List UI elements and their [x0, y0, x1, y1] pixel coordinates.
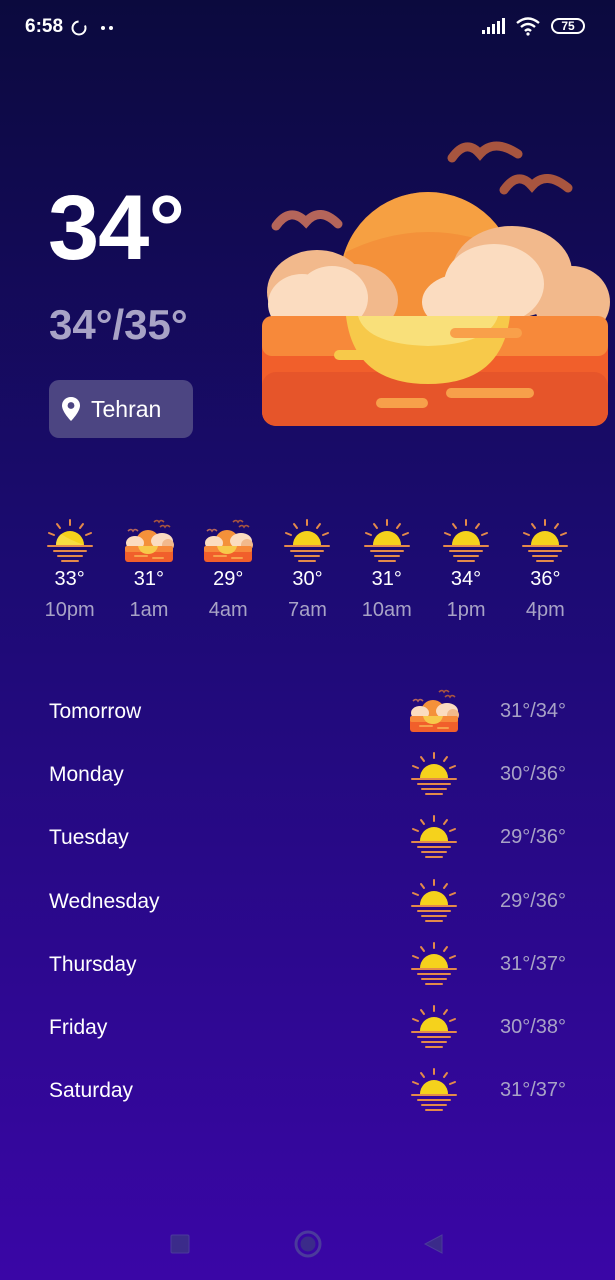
- sunset-clouds-icon: [410, 689, 459, 732]
- sunset-icon: [411, 878, 457, 922]
- day-name: Tomorrow: [49, 700, 142, 723]
- location-pin-icon: [62, 397, 80, 421]
- sunset-icon: [363, 519, 410, 562]
- daily-row[interactable]: Thursday 31°/37°: [49, 933, 569, 996]
- day-temps: 31°/37°: [499, 1079, 566, 1102]
- day-name: Thursday: [49, 952, 137, 976]
- day-temps: 30°/36°: [499, 763, 566, 786]
- hourly-time: 1am: [129, 599, 169, 621]
- signal-icon: [482, 18, 505, 34]
- sunset-icon: [411, 941, 457, 985]
- hourly-temp: 30°: [292, 568, 323, 590]
- navigation-bar: [0, 1216, 615, 1280]
- hourly-item: 29° 4am: [189, 518, 268, 622]
- home-button[interactable]: [293, 1229, 323, 1259]
- sunset-icon: [411, 752, 457, 796]
- daily-row[interactable]: Tomorrow 31°/34°: [49, 680, 569, 743]
- sunset-icon: [411, 1004, 457, 1048]
- back-button[interactable]: [422, 1233, 444, 1255]
- status-time: 6:58: [25, 16, 64, 37]
- hourly-forecast: 33° 10pm 31° 1am 29° 4am 30° 7am 31° 10a…: [30, 518, 585, 622]
- location-label: Tehran: [91, 395, 162, 422]
- sunset-icon: [443, 519, 490, 562]
- day-name: Monday: [49, 763, 124, 787]
- hourly-item: 31° 1am: [109, 518, 188, 622]
- current-hi-lo: 34°/35°: [49, 301, 188, 348]
- hourly-item: 34° 1pm: [426, 518, 505, 622]
- daily-row[interactable]: Wednesday 29°/36°: [49, 870, 569, 933]
- hourly-time: 7am: [288, 599, 327, 621]
- day-temps: 29°/36°: [499, 889, 566, 912]
- day-name: Saturday: [49, 1079, 134, 1103]
- sunset-icon: [522, 519, 569, 562]
- status-bar: 6:58 75: [0, 0, 615, 56]
- battery-icon: 75: [551, 18, 585, 34]
- daily-row[interactable]: Friday 30°/38°: [49, 996, 569, 1059]
- day-temps: 31°/37°: [499, 952, 566, 975]
- day-name: Friday: [49, 1015, 108, 1039]
- day-temps: 30°/38°: [499, 1015, 566, 1038]
- hourly-time: 4am: [208, 599, 248, 621]
- hourly-time: 10pm: [44, 599, 95, 621]
- hourly-item: 33° 10pm: [30, 518, 109, 622]
- sunset-clouds-icon: [124, 519, 174, 562]
- hourly-item: 36° 4pm: [506, 518, 585, 622]
- hourly-temp: 33°: [54, 568, 85, 590]
- hourly-temp: 34°: [450, 568, 482, 590]
- hourly-temp: 36°: [530, 568, 561, 590]
- sunset-icon: [46, 519, 93, 562]
- hourly-time: 4pm: [525, 599, 565, 621]
- daily-row[interactable]: Monday 30°/36°: [49, 743, 569, 806]
- day-temps: 31°/34°: [499, 700, 566, 722]
- hourly-temp: 29°: [213, 568, 244, 590]
- recents-button[interactable]: [170, 1234, 190, 1254]
- dots-icon: [101, 26, 113, 30]
- sunset-clouds-icon: [204, 519, 254, 562]
- hourly-temp: 31°: [133, 568, 165, 590]
- hourly-time: 10am: [361, 599, 412, 621]
- sunset-clouds-icon: [262, 132, 610, 428]
- day-name: Tuesday: [49, 826, 129, 850]
- hourly-item: 30° 7am: [268, 518, 347, 622]
- sunset-icon: [284, 519, 331, 562]
- hourly-temp: 31°: [371, 568, 402, 590]
- daily-row[interactable]: Saturday 31°/37°: [49, 1059, 569, 1122]
- day-temps: 29°/36°: [499, 826, 566, 849]
- sync-icon: [71, 20, 87, 36]
- wifi-icon: [516, 17, 540, 36]
- hourly-item: 31° 10am: [347, 518, 426, 622]
- battery-level: 75: [561, 19, 575, 33]
- sunset-icon: [411, 1068, 457, 1112]
- hourly-time: 1pm: [446, 599, 486, 621]
- day-name: Wednesday: [49, 889, 160, 913]
- daily-row[interactable]: Tuesday 29°/36°: [49, 806, 569, 869]
- daily-forecast: Tomorrow 31°/34° Monday 30°/36° Tuesday …: [49, 680, 569, 1122]
- current-temperature: 34°: [48, 177, 185, 279]
- location-button[interactable]: Tehran: [49, 380, 193, 438]
- sunset-icon: [411, 815, 457, 859]
